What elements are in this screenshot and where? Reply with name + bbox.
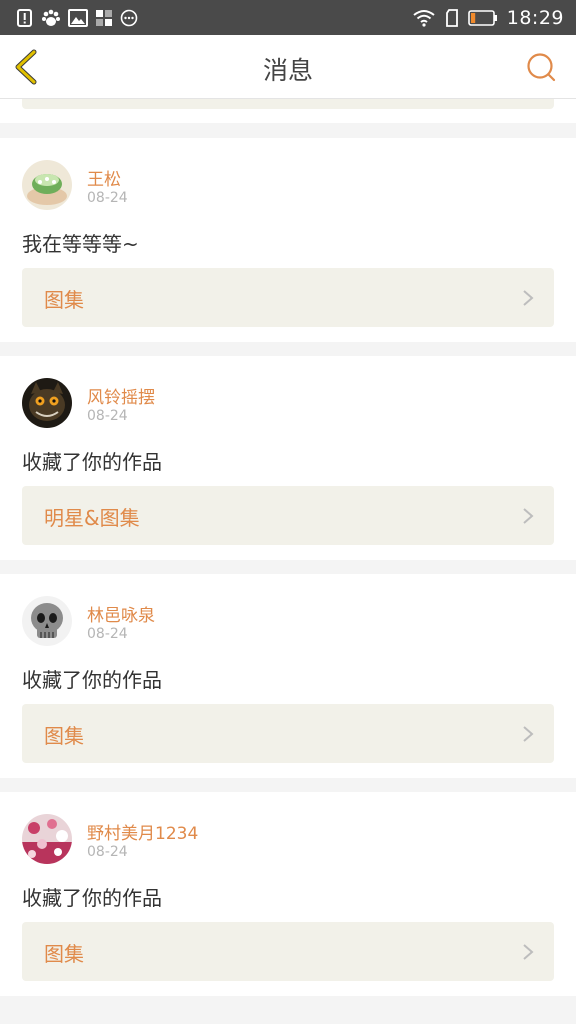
album-link-label: 图集 — [44, 724, 84, 748]
search-icon — [527, 53, 556, 82]
message-text: 收藏了你的作品 — [22, 450, 162, 474]
message-list[interactable]: 王松 08-24 我在等等等~ 图集 风铃摇摆 08-24 收藏了你的作品 明星… — [0, 99, 576, 1024]
cat-avatar[interactable] — [22, 378, 72, 428]
user-name[interactable]: 野村美月1234 — [87, 819, 198, 844]
battery-icon — [467, 9, 498, 26]
sim-icon — [445, 8, 459, 27]
floral-avatar[interactable] — [22, 814, 72, 864]
wifi-icon — [412, 9, 436, 27]
cake-avatar[interactable] — [22, 160, 72, 210]
message-card-partial — [0, 99, 576, 123]
message-card: 王松 08-24 我在等等等~ 图集 — [0, 138, 576, 342]
status-bar: 18:29 — [0, 0, 576, 35]
paw-icon — [41, 8, 61, 28]
album-link-label: 图集 — [44, 288, 84, 312]
message-text: 收藏了你的作品 — [22, 886, 162, 910]
more-circle-icon — [120, 9, 138, 27]
search-button[interactable] — [526, 52, 558, 84]
status-time: 18:29 — [506, 6, 564, 29]
nav-bar: 消息 — [0, 35, 576, 99]
chevron-right-icon — [523, 726, 534, 742]
message-card: 林邑咏泉 08-24 收藏了你的作品 图集 — [0, 574, 576, 778]
message-date: 08-24 — [87, 408, 128, 424]
album-link[interactable]: 图集 — [22, 268, 554, 327]
chevron-right-icon — [523, 290, 534, 306]
message-card: 风铃摇摆 08-24 收藏了你的作品 明星&图集 — [0, 356, 576, 560]
message-date: 08-24 — [87, 844, 128, 860]
user-name[interactable]: 林邑咏泉 — [87, 601, 155, 626]
link-bar-partial[interactable] — [22, 99, 554, 109]
page-title: 消息 — [262, 56, 313, 85]
alert-icon — [16, 8, 34, 28]
grid-icon — [95, 9, 113, 27]
message-card: 野村美月1234 08-24 收藏了你的作品 图集 — [0, 792, 576, 996]
chevron-right-icon — [523, 944, 534, 960]
message-date: 08-24 — [87, 626, 128, 642]
album-link-label: 图集 — [44, 942, 84, 966]
user-name[interactable]: 王松 — [87, 165, 121, 190]
image-icon — [68, 8, 88, 27]
album-link[interactable]: 明星&图集 — [22, 486, 554, 545]
message-text: 收藏了你的作品 — [22, 668, 162, 692]
status-left-icons — [16, 8, 138, 28]
album-link-label: 明星&图集 — [44, 506, 140, 530]
message-text: 我在等等等~ — [22, 232, 139, 256]
message-date: 08-24 — [87, 190, 128, 206]
battery-level-fill — [470, 12, 475, 23]
chevron-right-icon — [523, 508, 534, 524]
status-right-icons: 18:29 — [412, 7, 564, 29]
user-name[interactable]: 风铃摇摆 — [87, 383, 155, 408]
album-link[interactable]: 图集 — [22, 922, 554, 981]
skull-avatar[interactable] — [22, 596, 72, 646]
album-link[interactable]: 图集 — [22, 704, 554, 763]
